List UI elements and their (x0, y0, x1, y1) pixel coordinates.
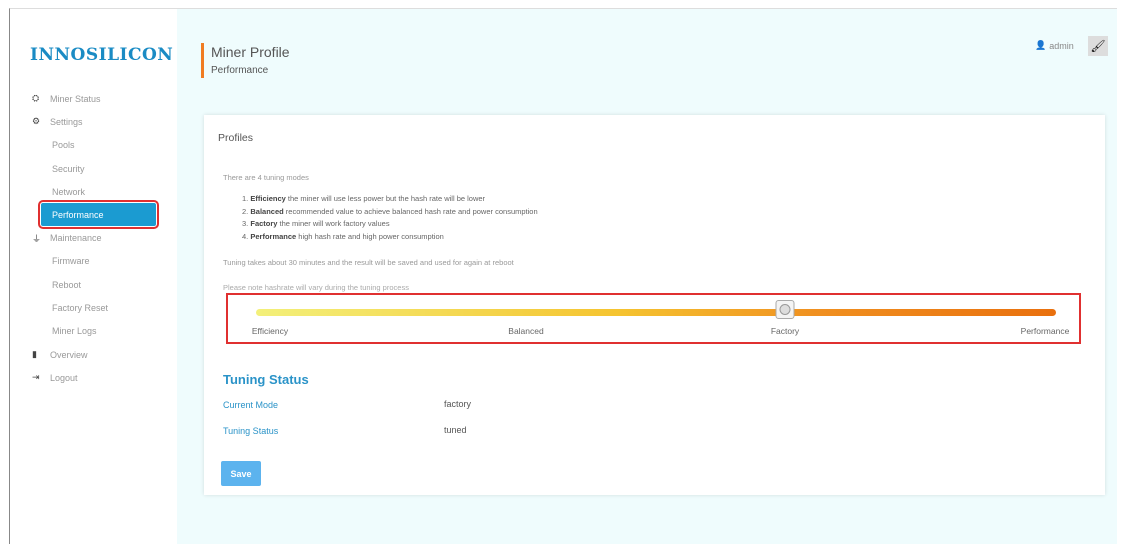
user-icon: 👤 (1035, 40, 1047, 50)
logout-icon: ⇥ (32, 372, 40, 383)
save-button[interactable]: Save (221, 461, 261, 486)
mode-number: 4. (242, 231, 249, 241)
mode-description: recommended value to achieve balanced ha… (283, 206, 538, 216)
sidebar-item-label: Reboot (52, 279, 82, 290)
mode-number: 1. (242, 194, 249, 203)
page-title: Miner Profile (211, 44, 290, 60)
mode-number: 3. (242, 219, 249, 228)
username: admin (1049, 40, 1074, 51)
tuning-note: Tuning takes about 30 minutes and the re… (223, 258, 514, 267)
mode-name: Performance (250, 231, 297, 241)
mode-number: 2. (242, 206, 249, 216)
book-icon: ▮ (32, 349, 37, 360)
mode-item: 2. Balanced recommended value to achieve… (242, 206, 538, 219)
mode-name: Efficiency (250, 194, 286, 203)
plug-icon: ⏚ (32, 233, 42, 244)
mode-item: 1. Efficiency the miner will use less po… (242, 193, 538, 206)
slider-label-balanced[interactable]: Balanced (508, 326, 543, 336)
sidebar-item-miner-status[interactable]: ⛭ Miner Status (10, 87, 175, 110)
slider-track[interactable] (256, 309, 1056, 316)
sidebar-item-overview[interactable]: ▮ Overview (10, 343, 175, 366)
slider-label-factory[interactable]: Factory (771, 326, 799, 336)
tuning-status-label: Tuning Status (223, 426, 279, 436)
brand-logo: INNOSILICON (30, 45, 174, 65)
sidebar-item-label: Miner Logs (52, 326, 97, 337)
sidebar-item-label: Logout (50, 372, 78, 383)
tuning-status-value: tuned (444, 425, 467, 435)
sidebar-item-factory-reset[interactable]: Factory Reset (10, 296, 175, 319)
breadcrumb: Performance (211, 65, 269, 76)
sidebar-item-label: Performance (52, 209, 104, 220)
intro-text: There are 4 tuning modes (223, 173, 309, 182)
hashrate-note: Please note hashrate will vary during th… (223, 283, 409, 292)
sidebar-item-label: Firmware (52, 256, 90, 267)
mode-item: 3. Factory the miner will work factory v… (242, 218, 538, 231)
sidebar-item-label: Security (52, 163, 85, 174)
sidebar: INNOSILICON ⛭ Miner Status ⚙ Settings Pools S… (10, 9, 175, 544)
sidebar-item-performance[interactable]: Performance (38, 200, 159, 230)
cogs-icon: ⚙ (32, 116, 41, 127)
slider-thumb[interactable] (775, 300, 795, 319)
sidebar-item-maintenance[interactable]: ⏚ Maintenance (10, 226, 175, 249)
mode-name: Balanced (250, 206, 284, 216)
slider-label-performance[interactable]: Performance (1021, 326, 1070, 336)
user-menu[interactable]: 👤 admin (1035, 40, 1074, 51)
paint-brush-icon: 🖌 (1090, 39, 1106, 53)
theme-button[interactable]: 🖌 (1088, 36, 1108, 56)
tuning-status-heading: Tuning Status (223, 372, 309, 387)
mode-name: Factory (250, 219, 278, 228)
modes-list: 1. Efficiency the miner will use less po… (242, 193, 538, 243)
profiles-card: Profiles There are 4 tuning modes 1. Eff… (204, 115, 1105, 495)
sidebar-item-firmware[interactable]: Firmware (10, 250, 175, 273)
sidebar-item-pools[interactable]: Pools (10, 134, 175, 157)
mode-description: the miner will work factory values (277, 219, 390, 228)
mode-item: 4. Performance high hash rate and high p… (242, 231, 538, 244)
sidebar-item-settings[interactable]: ⚙ Settings (10, 110, 175, 133)
sidebar-item-label: Factory Reset (52, 303, 109, 314)
current-mode-label: Current Mode (223, 400, 279, 410)
main-content: Miner Profile Performance 👤 admin 🖌 Profi… (177, 9, 1117, 544)
sidebar-item-label: Miner Status (50, 93, 101, 104)
sidebar-item-reboot[interactable]: Reboot (10, 273, 175, 296)
card-title: Profiles (218, 132, 254, 144)
sidebar-nav: ⛭ Miner Status ⚙ Settings Pools Security Netwo… (10, 87, 175, 390)
sidebar-item-label: Maintenance (50, 233, 102, 244)
profile-slider[interactable]: Efficiency Balanced Factory Performance (226, 293, 1081, 344)
sidebar-item-logout[interactable]: ⇥ Logout (10, 366, 175, 389)
sidebar-item-security[interactable]: Security (10, 157, 175, 180)
slider-label-efficiency[interactable]: Efficiency (252, 326, 288, 336)
dashboard-icon: ⛭ (32, 93, 40, 104)
sidebar-item-miner-logs[interactable]: Miner Logs (10, 320, 175, 343)
sidebar-item-label: Network (52, 186, 86, 197)
sidebar-item-network[interactable]: Network (10, 180, 175, 203)
header-accent-bar (201, 43, 204, 78)
current-mode-value: factory (444, 399, 472, 409)
mode-description: the miner will use less power but the ha… (285, 194, 486, 203)
sidebar-item-label: Overview (50, 349, 88, 360)
sidebar-item-label: Pools (52, 140, 75, 151)
mode-description: high hash rate and high power consumptio… (296, 231, 444, 241)
sidebar-item-label: Settings (50, 116, 83, 127)
